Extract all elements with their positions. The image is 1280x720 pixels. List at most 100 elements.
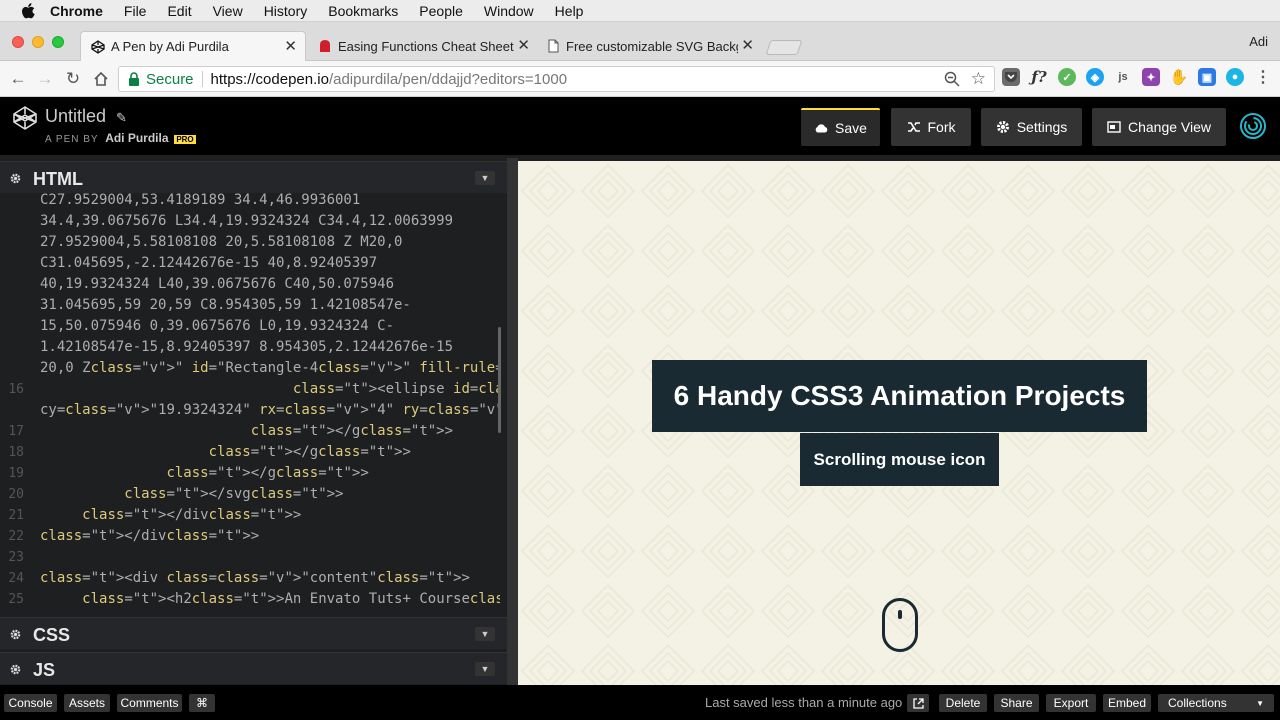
codepen-spiral-logo-icon[interactable]: [1238, 111, 1268, 141]
menu-people[interactable]: People: [419, 3, 463, 19]
pocket-extension-icon[interactable]: [1002, 68, 1020, 86]
chevron-down-icon[interactable]: ▼: [475, 627, 495, 641]
menu-view[interactable]: View: [213, 3, 243, 19]
menu-window[interactable]: Window: [484, 3, 534, 19]
bookmark-star-icon[interactable]: ☆: [971, 69, 986, 89]
function-extension-icon[interactable]: ƒ?: [1030, 68, 1048, 86]
pen-by-label: A PEN BY: [45, 134, 99, 145]
pen-author[interactable]: Adi Purdila: [105, 131, 168, 145]
chevron-down-icon[interactable]: ▼: [475, 662, 495, 676]
menu-chrome[interactable]: Chrome: [50, 3, 103, 19]
css-editor-label: CSS: [33, 625, 71, 645]
assets-button[interactable]: Assets: [64, 694, 110, 712]
pencil-icon[interactable]: ✎: [116, 110, 127, 126]
save-label: Save: [835, 120, 867, 136]
new-tab-button[interactable]: [765, 40, 803, 55]
tab-close-icon[interactable]: ✕: [517, 38, 530, 53]
codepen-icon: [91, 40, 105, 54]
tab-close-icon[interactable]: ✕: [741, 38, 754, 53]
change-view-button[interactable]: Change View: [1092, 108, 1226, 146]
css-editor-header[interactable]: CSS ▼: [0, 617, 507, 649]
colorzilla-extension-icon[interactable]: ✦: [1142, 68, 1160, 86]
editor-scrollbar[interactable]: [498, 327, 501, 433]
js-settings-gear-icon[interactable]: [10, 664, 21, 675]
pen-title[interactable]: Untitled: [45, 106, 106, 127]
line-number: 18: [8, 445, 24, 460]
maximize-window-button[interactable]: [52, 36, 64, 48]
line-number: 21: [8, 508, 24, 523]
code-line: 15,50.075946 0,39.0675676 L0,19.9324324 …: [40, 318, 395, 334]
last-saved-status: Last saved less than a minute ago: [705, 695, 903, 710]
minimize-window-button[interactable]: [32, 36, 44, 48]
zoom-icon[interactable]: [944, 71, 960, 91]
caret-down-icon: ▼: [1256, 698, 1264, 708]
close-window-button[interactable]: [12, 36, 24, 48]
comments-button[interactable]: Comments: [117, 694, 182, 712]
whatfont-extension-icon[interactable]: ✋: [1170, 68, 1189, 86]
css-settings-gear-icon[interactable]: [10, 629, 21, 640]
tab-a-pen-by-adi-purdila[interactable]: A Pen by Adi Purdila ✕: [80, 31, 306, 61]
embed-button[interactable]: Embed: [1103, 694, 1151, 712]
line-number: 25: [8, 592, 24, 607]
line-number: 19: [8, 466, 24, 481]
code-line: class="t"></gclass="t">>: [208, 444, 411, 460]
save-button[interactable]: Save: [801, 108, 880, 146]
home-icon[interactable]: [91, 69, 111, 89]
pro-badge: PRO: [174, 135, 196, 144]
codepen-logo-icon[interactable]: [12, 105, 38, 131]
js-extension-icon[interactable]: js: [1114, 68, 1132, 86]
camo-extension-icon[interactable]: ●: [1226, 68, 1244, 86]
html-editor-header[interactable]: HTML ▼: [0, 161, 507, 193]
html-editor-label: HTML: [33, 169, 83, 189]
code-line: 27.9529004,5.58108108 20,5.58108108 Z M2…: [40, 234, 403, 250]
preview-pane: 6 Handy CSS3 Animation Projects Scrollin…: [518, 161, 1280, 685]
code-line: C31.045695,-2.12442676e-15 40,8.92405397: [40, 255, 378, 271]
apple-icon[interactable]: [20, 2, 36, 19]
menu-help[interactable]: Help: [555, 3, 584, 19]
menu-history[interactable]: History: [264, 3, 308, 19]
line-number: 22: [8, 529, 24, 544]
tab-free-svg-backgrounds[interactable]: Free customizable SVG Backgr ✕: [536, 31, 762, 61]
layout-icon: [1107, 121, 1121, 133]
html-code-editor[interactable]: C27.9529004,53.4189189 34.4,46.9936001 34…: [0, 190, 500, 615]
profile-name[interactable]: Adi: [1249, 34, 1268, 49]
preview-title: 6 Handy CSS3 Animation Projects: [652, 360, 1147, 432]
tab-close-icon[interactable]: ✕: [284, 39, 297, 54]
document-icon: [546, 39, 560, 53]
grammarly-extension-icon[interactable]: ✓: [1058, 68, 1076, 86]
menu-file[interactable]: File: [124, 3, 147, 19]
line-number: 20: [8, 487, 24, 502]
chrome-menu-icon[interactable]: ⋮: [1254, 68, 1272, 86]
console-button[interactable]: Console: [4, 694, 57, 712]
screenshot-extension-icon[interactable]: ▣: [1198, 68, 1216, 86]
menu-bookmarks[interactable]: Bookmarks: [328, 3, 398, 19]
pen-byline: A PEN BY Adi Purdila PRO: [45, 131, 196, 145]
tab-easing-functions[interactable]: Easing Functions Cheat Sheet ✕: [308, 31, 538, 61]
share-button[interactable]: Share: [994, 694, 1039, 712]
open-external-icon[interactable]: [907, 694, 929, 712]
line-number: 23: [8, 550, 24, 565]
forward-arrow-icon[interactable]: →: [35, 69, 55, 89]
fork-label: Fork: [927, 119, 956, 135]
code-line: class="t"></svgclass="t">>: [124, 486, 344, 502]
delete-button[interactable]: Delete: [939, 694, 987, 712]
resize-divider[interactable]: [507, 158, 518, 685]
back-arrow-icon[interactable]: ←: [8, 69, 28, 89]
address-bar[interactable]: Secure https://codepen.io/adipurdila/pen…: [118, 66, 995, 92]
settings-button[interactable]: Settings: [981, 108, 1082, 146]
menu-edit[interactable]: Edit: [167, 3, 191, 19]
preview-subtitle: Scrolling mouse icon: [800, 433, 999, 486]
tab-label: Easing Functions Cheat Sheet: [338, 38, 514, 54]
reload-icon[interactable]: ↻: [63, 69, 83, 89]
html-settings-gear-icon[interactable]: [10, 173, 21, 184]
chevron-down-icon[interactable]: ▼: [475, 171, 495, 185]
code-line: class="t"></divclass="t">>: [40, 528, 260, 544]
fork-button[interactable]: Fork: [891, 108, 971, 146]
shield-extension-icon[interactable]: ◈: [1086, 68, 1104, 86]
code-line: 20,0 Zclass="v">" id="Rectangle-4class="…: [40, 360, 500, 376]
lock-icon: [128, 72, 140, 86]
export-button[interactable]: Export: [1046, 694, 1096, 712]
js-editor-header[interactable]: JS ▼: [0, 652, 507, 684]
collections-dropdown[interactable]: Collections ▼: [1158, 694, 1274, 712]
keyboard-shortcuts-button[interactable]: ⌘: [189, 694, 215, 712]
